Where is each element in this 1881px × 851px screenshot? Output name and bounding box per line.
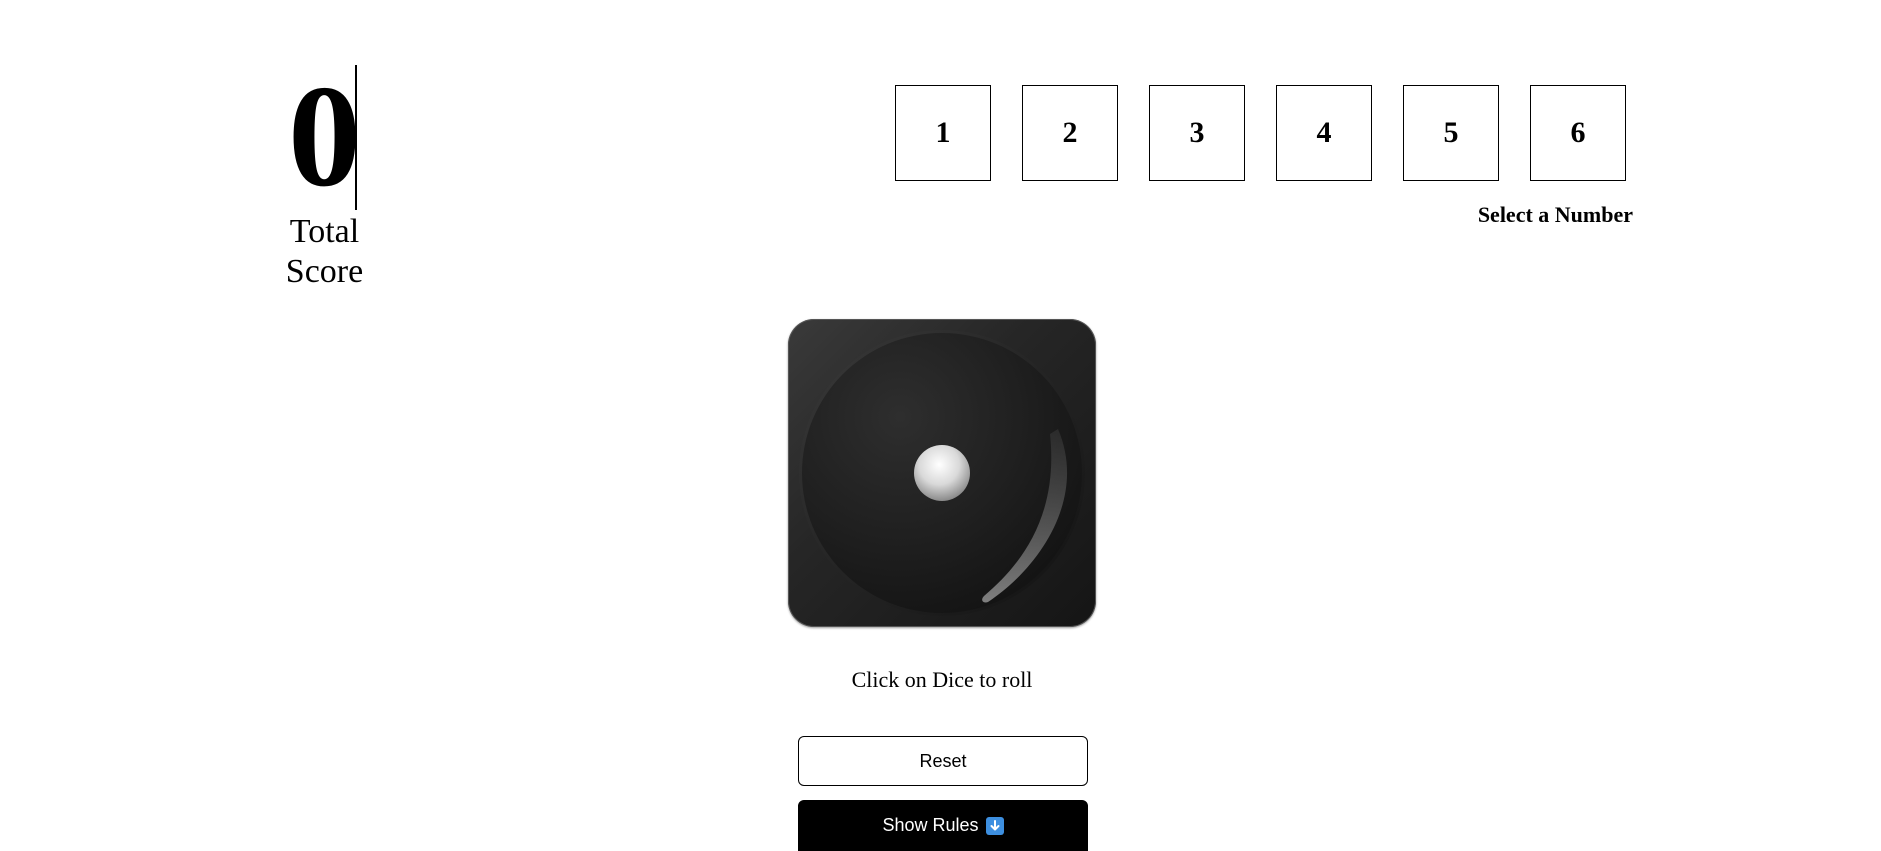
number-selector: 1 2 3 4 5 6 xyxy=(895,85,1626,181)
number-option-5[interactable]: 5 xyxy=(1403,85,1499,181)
show-rules-button-label: Show Rules xyxy=(882,815,979,835)
game-page: 0 Total Score 1 2 3 4 5 6 Select a Numbe… xyxy=(0,0,1881,851)
total-score-value: 0 xyxy=(288,55,361,217)
show-rules-button[interactable]: Show Rules xyxy=(798,800,1088,851)
score-block: 0 Total Score xyxy=(252,55,397,292)
number-option-3[interactable]: 3 xyxy=(1149,85,1245,181)
score-divider xyxy=(355,65,357,210)
number-option-4[interactable]: 4 xyxy=(1276,85,1372,181)
arrow-down-icon xyxy=(985,816,1004,835)
number-option-2[interactable]: 2 xyxy=(1022,85,1118,181)
reset-button-label: Reset xyxy=(919,750,967,771)
dice[interactable] xyxy=(788,319,1096,627)
dice-face xyxy=(799,330,1085,616)
number-option-6[interactable]: 6 xyxy=(1530,85,1626,181)
dice-pip xyxy=(914,445,970,501)
number-option-1[interactable]: 1 xyxy=(895,85,991,181)
select-number-label: Select a Number xyxy=(1477,202,1633,227)
reset-button[interactable]: Reset xyxy=(798,736,1088,786)
roll-hint: Click on Dice to roll xyxy=(851,667,1033,692)
total-score-label: Total Score xyxy=(285,213,364,290)
